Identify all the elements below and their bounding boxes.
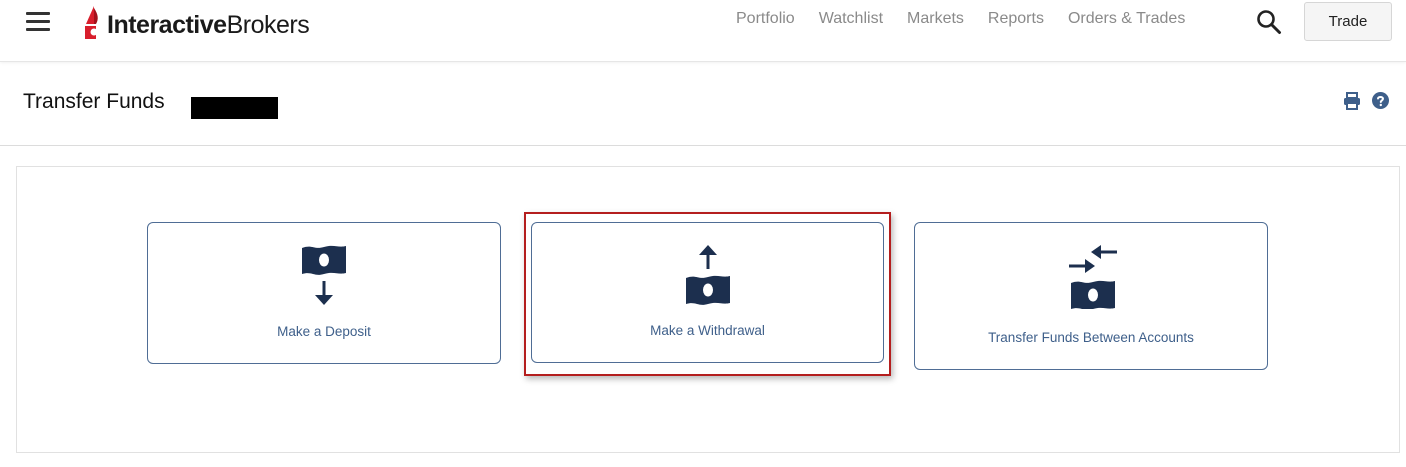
make-deposit-card[interactable]: Make a Deposit [147, 222, 501, 364]
redacted-account-id [191, 97, 278, 119]
nav-markets[interactable]: Markets [907, 10, 964, 28]
page-title: Transfer Funds [23, 90, 165, 113]
nav-portfolio[interactable]: Portfolio [736, 10, 795, 28]
make-deposit-label: Make a Deposit [277, 324, 371, 339]
search-icon[interactable] [1256, 9, 1282, 35]
page-header: Transfer Funds [0, 62, 1406, 146]
main-nav: Portfolio Watchlist Markets Reports Orde… [736, 10, 1209, 28]
money-down-icon [302, 245, 346, 305]
print-icon[interactable] [1343, 92, 1361, 110]
nav-watchlist[interactable]: Watchlist [819, 10, 883, 28]
logo-text: InteractiveBrokers [107, 10, 310, 39]
trade-button[interactable]: Trade [1304, 2, 1392, 41]
transfer-arrows-icon [1069, 245, 1117, 309]
withdrawal-highlight-annotation [524, 212, 891, 376]
nav-reports[interactable]: Reports [988, 10, 1044, 28]
logo-mark-icon [85, 6, 98, 39]
transfer-between-accounts-card[interactable]: Transfer Funds Between Accounts [914, 222, 1268, 370]
help-icon[interactable] [1372, 92, 1389, 109]
nav-orders-trades[interactable]: Orders & Trades [1068, 10, 1185, 28]
top-navigation-bar: InteractiveBrokers Portfolio Watchlist M… [0, 0, 1406, 62]
transfer-between-accounts-label: Transfer Funds Between Accounts [988, 330, 1194, 345]
menu-icon[interactable] [26, 12, 50, 32]
interactive-brokers-logo[interactable]: InteractiveBrokers [82, 2, 310, 42]
